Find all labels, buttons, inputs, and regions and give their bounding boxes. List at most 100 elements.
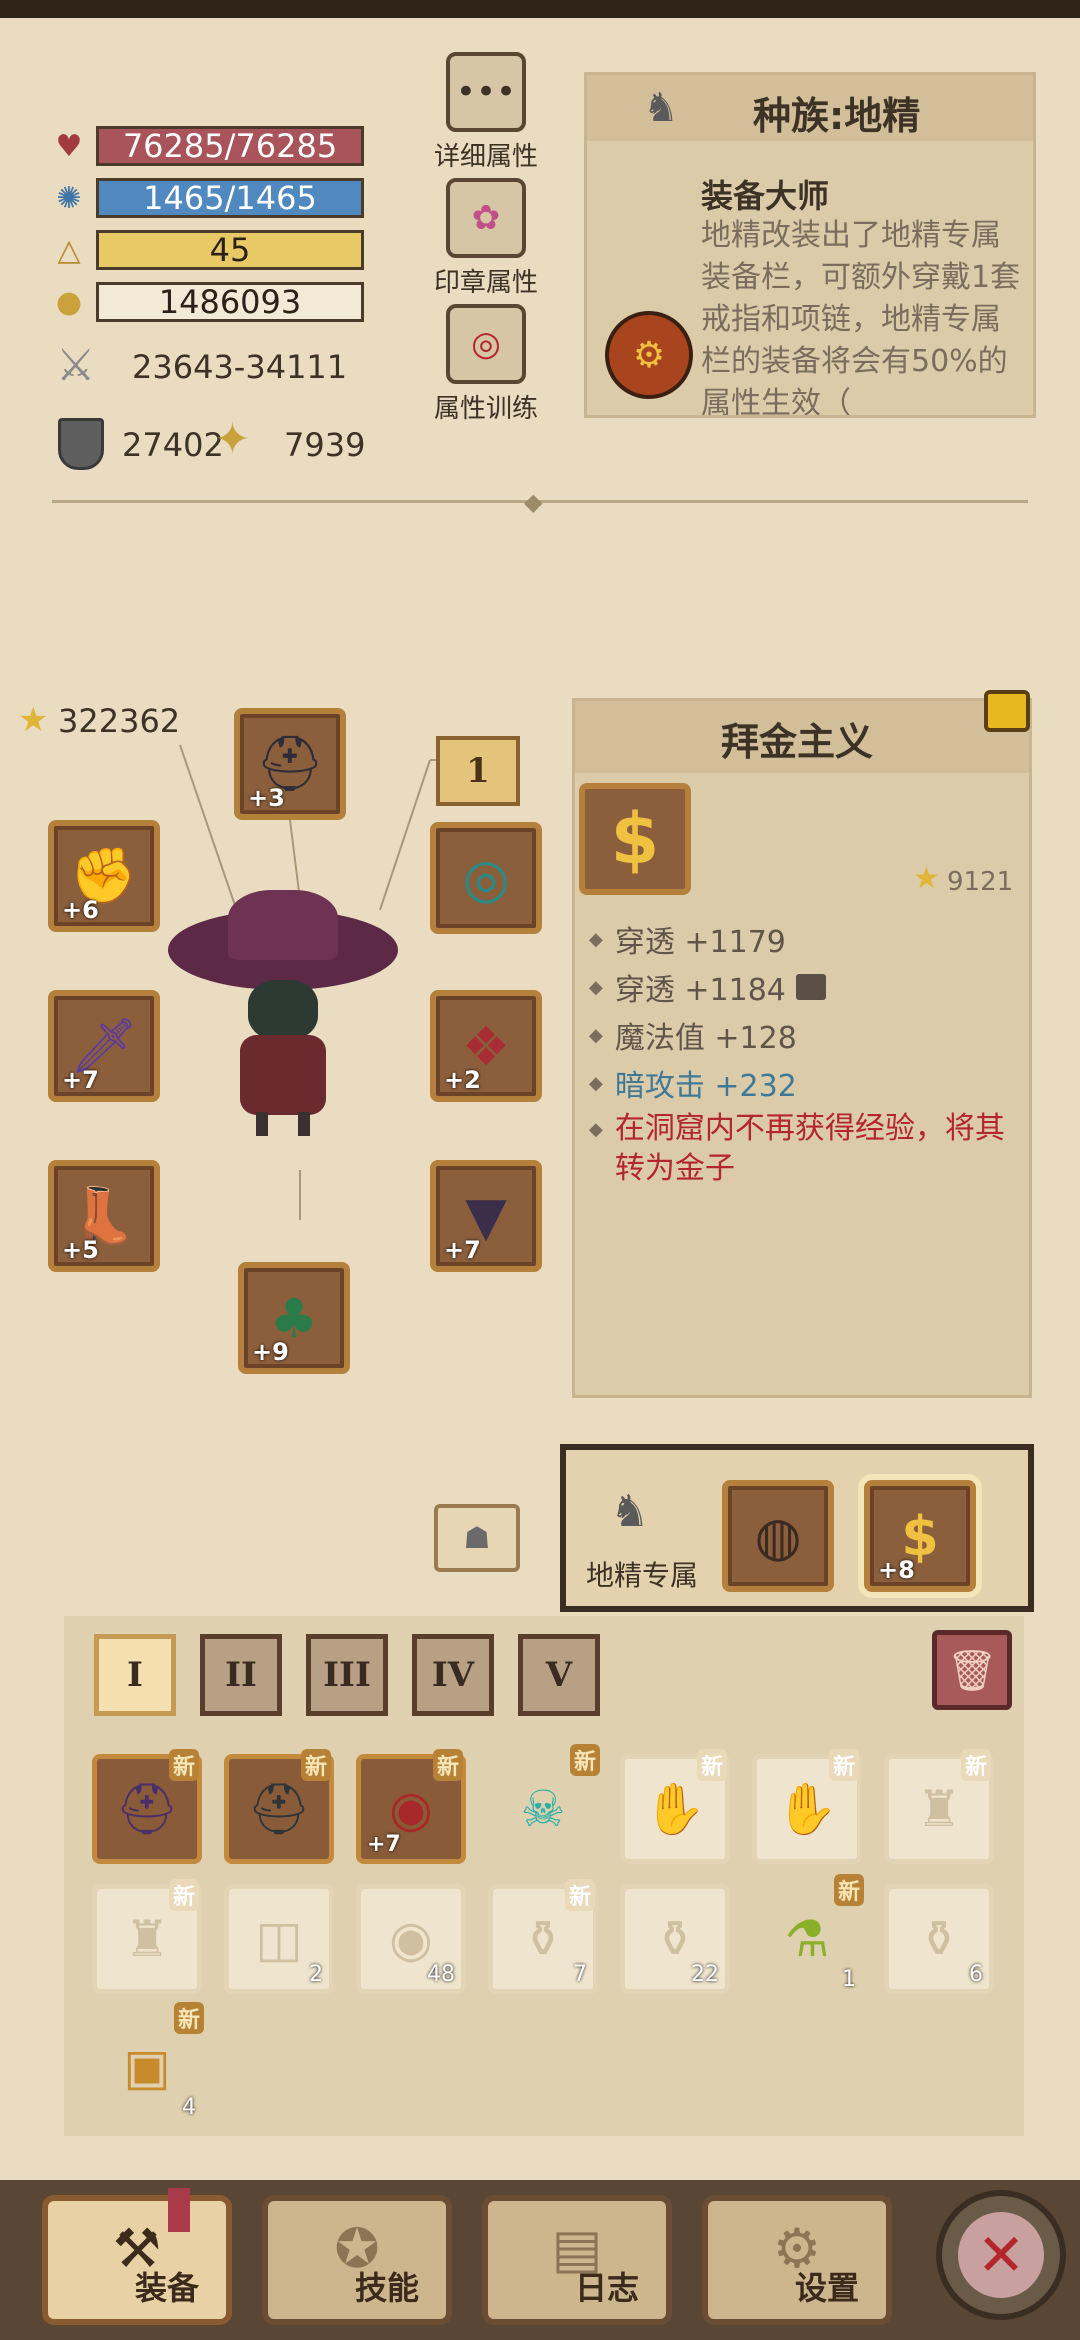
bullet-icon: ◆ (589, 1119, 603, 1140)
new-badge: 新 (696, 1749, 727, 1781)
item-name: 拜金主义 (721, 720, 874, 764)
weapon-plus: +7 (62, 1066, 99, 1094)
close-button[interactable]: ✕ (936, 2190, 1066, 2320)
goblin-face-icon: ☗ (463, 1520, 491, 1556)
cloak-plus: +9 (252, 1338, 289, 1366)
inventory-item[interactable]: ♜ 新 (92, 1879, 202, 1994)
inventory-item[interactable]: ⚗ 新 1 (752, 1874, 864, 1994)
purple-helmet-icon: ⛑ (115, 1779, 179, 1838)
inventory-item[interactable]: ⚱ 22 (620, 1884, 730, 1994)
iron-helmet-icon: ⛑ (247, 1779, 311, 1838)
robe-icon: ♜ (916, 1780, 962, 1838)
nav-settings-label: 设置 (794, 2269, 859, 2307)
lock-icon[interactable] (984, 690, 1030, 732)
blue-potion-icon: ⚱ (654, 1910, 696, 1968)
locked-amulet-icon: ◉ (389, 1780, 433, 1838)
eye-scroll-icon: ◉ (389, 1910, 433, 1968)
item-count: 4 (182, 2095, 196, 2120)
bullet-icon: ◆ (589, 976, 603, 998)
weapon-slot[interactable]: 🗡 +7 (48, 990, 160, 1102)
item-count: 2 (309, 1962, 323, 1987)
inventory-item[interactable]: ⚱ 6 (884, 1884, 994, 1994)
new-badge: 新 (564, 1879, 595, 1911)
goblin-race-icon: ♞ (610, 1486, 650, 1537)
new-badge: 新 (173, 2002, 204, 2034)
tab-4[interactable]: IV (412, 1634, 494, 1716)
boots-slot[interactable]: 👢 +5 (48, 1160, 160, 1272)
item-plus: +7 (367, 1832, 401, 1857)
tab-2[interactable]: II (200, 1634, 282, 1716)
demon-mask-icon: ☠ (520, 1780, 566, 1838)
bullet-icon: ◆ (589, 928, 603, 950)
new-badge: 新 (168, 1879, 199, 1911)
trash-icon: 🗑 (946, 1647, 998, 1694)
item-count: 6 (969, 1962, 983, 1987)
set-page-number: 1 (466, 751, 490, 791)
legs-plus: +7 (444, 1236, 481, 1264)
inventory-item[interactable]: ⚱ 新 7 (488, 1879, 598, 1994)
helmet-slot[interactable]: ⛑ +3 (234, 708, 346, 820)
item-count: 1 (842, 1967, 856, 1992)
inventory-item[interactable]: ⛑ 新 (224, 1749, 334, 1864)
item-power: 9121 (947, 867, 1014, 897)
inventory-item[interactable]: ▣ 新 4 (92, 2002, 204, 2122)
nav-skills[interactable]: ✪ 技能 (262, 2195, 452, 2325)
inventory-item[interactable]: ☠ 新 (488, 1744, 600, 1864)
inventory-item[interactable]: ⛑ 新 (92, 1749, 202, 1864)
set-page-indicator[interactable]: 1 (436, 736, 520, 806)
item-count: 22 (691, 1962, 719, 1987)
scroll-icon: ◫ (255, 1910, 303, 1968)
goblin-character (168, 890, 398, 1140)
new-badge: 新 (833, 1874, 864, 1906)
stat-line-3: ◆ 魔法值 +128 (589, 1013, 797, 1057)
goblin-exclusive-label: 地精专属 (586, 1559, 699, 1592)
tab-4-label: IV (431, 1655, 475, 1695)
glove-slot[interactable]: ✊ +6 (48, 820, 160, 932)
new-badge: 新 (432, 1749, 463, 1781)
item-detail-panel: 拜金主义 $ ★ 9121 ◆ 穿透 +1179 ◆ 穿透 +1184 ◆ 魔法… (572, 698, 1032, 1398)
inventory-item[interactable]: ◉ 48 (356, 1884, 466, 1994)
nav-log[interactable]: ▤ 日志 (482, 2195, 672, 2325)
item-icon: $ (579, 783, 691, 895)
inventory-item[interactable]: ◫ 2 (224, 1884, 334, 1994)
teal-amulet-icon: ◎ (462, 846, 510, 910)
bookmark-ribbon (168, 2188, 190, 2232)
spiked-ring-icon: ◍ (754, 1504, 802, 1568)
goblin-legs (256, 1112, 310, 1136)
nav-equipment-label: 装备 (134, 2269, 199, 2307)
tab-5-label: V (545, 1655, 573, 1695)
nav-log-label: 日志 (574, 2269, 639, 2307)
teal-potion-icon: ⚱ (918, 1910, 960, 1968)
inventory-item[interactable]: ◉ 新 +7 (356, 1749, 466, 1864)
goblin-body (240, 1035, 326, 1115)
tab-2-label: II (225, 1655, 257, 1695)
goblin-amulet-slot[interactable]: $ +8 (864, 1480, 976, 1592)
goblin-toggle-button[interactable]: ☗ (434, 1504, 520, 1572)
close-icon: ✕ (958, 2212, 1044, 2298)
cloak-icon: ♜ (124, 1910, 170, 1968)
goblin-face (248, 980, 318, 1040)
hat-cone (228, 890, 338, 960)
treasure-chest-icon: ▣ (123, 2038, 171, 2096)
chest-slot[interactable]: ❖ +2 (430, 990, 542, 1102)
goblin-ring-slot[interactable]: ◍ (722, 1480, 834, 1592)
inventory-item[interactable]: ✋ 新 (752, 1749, 862, 1864)
cloak-slot[interactable]: ♣ +9 (238, 1262, 350, 1374)
nav-equipment[interactable]: ⚒ 装备 (42, 2195, 232, 2325)
tab-3[interactable]: III (306, 1634, 388, 1716)
amulet-slot[interactable]: ◎ (430, 822, 542, 934)
inventory-item[interactable]: ✋ 新 (620, 1749, 730, 1864)
trash-button[interactable]: 🗑 (932, 1630, 1012, 1710)
boots-plus: +5 (62, 1236, 99, 1264)
green-potion-icon: ⚗ (784, 1910, 830, 1968)
tab-1[interactable]: I (94, 1634, 176, 1716)
tab-5[interactable]: V (518, 1634, 600, 1716)
legs-slot[interactable]: ▼ +7 (430, 1160, 542, 1272)
nav-settings[interactable]: ⚙ 设置 (702, 2195, 892, 2325)
stat-line-1: ◆ 穿透 +1179 (589, 917, 786, 961)
inventory-item[interactable]: ♜ 新 (884, 1749, 994, 1864)
goblin-exclusive-panel: ♞ 地精专属 ◍ $ +8 (560, 1444, 1034, 1612)
stat-text-5: 在洞窟内不再获得经验，将其转为金子 (614, 1111, 1005, 1186)
nav-skills-label: 技能 (354, 2269, 419, 2307)
claw-icon: ✋ (775, 1779, 839, 1838)
